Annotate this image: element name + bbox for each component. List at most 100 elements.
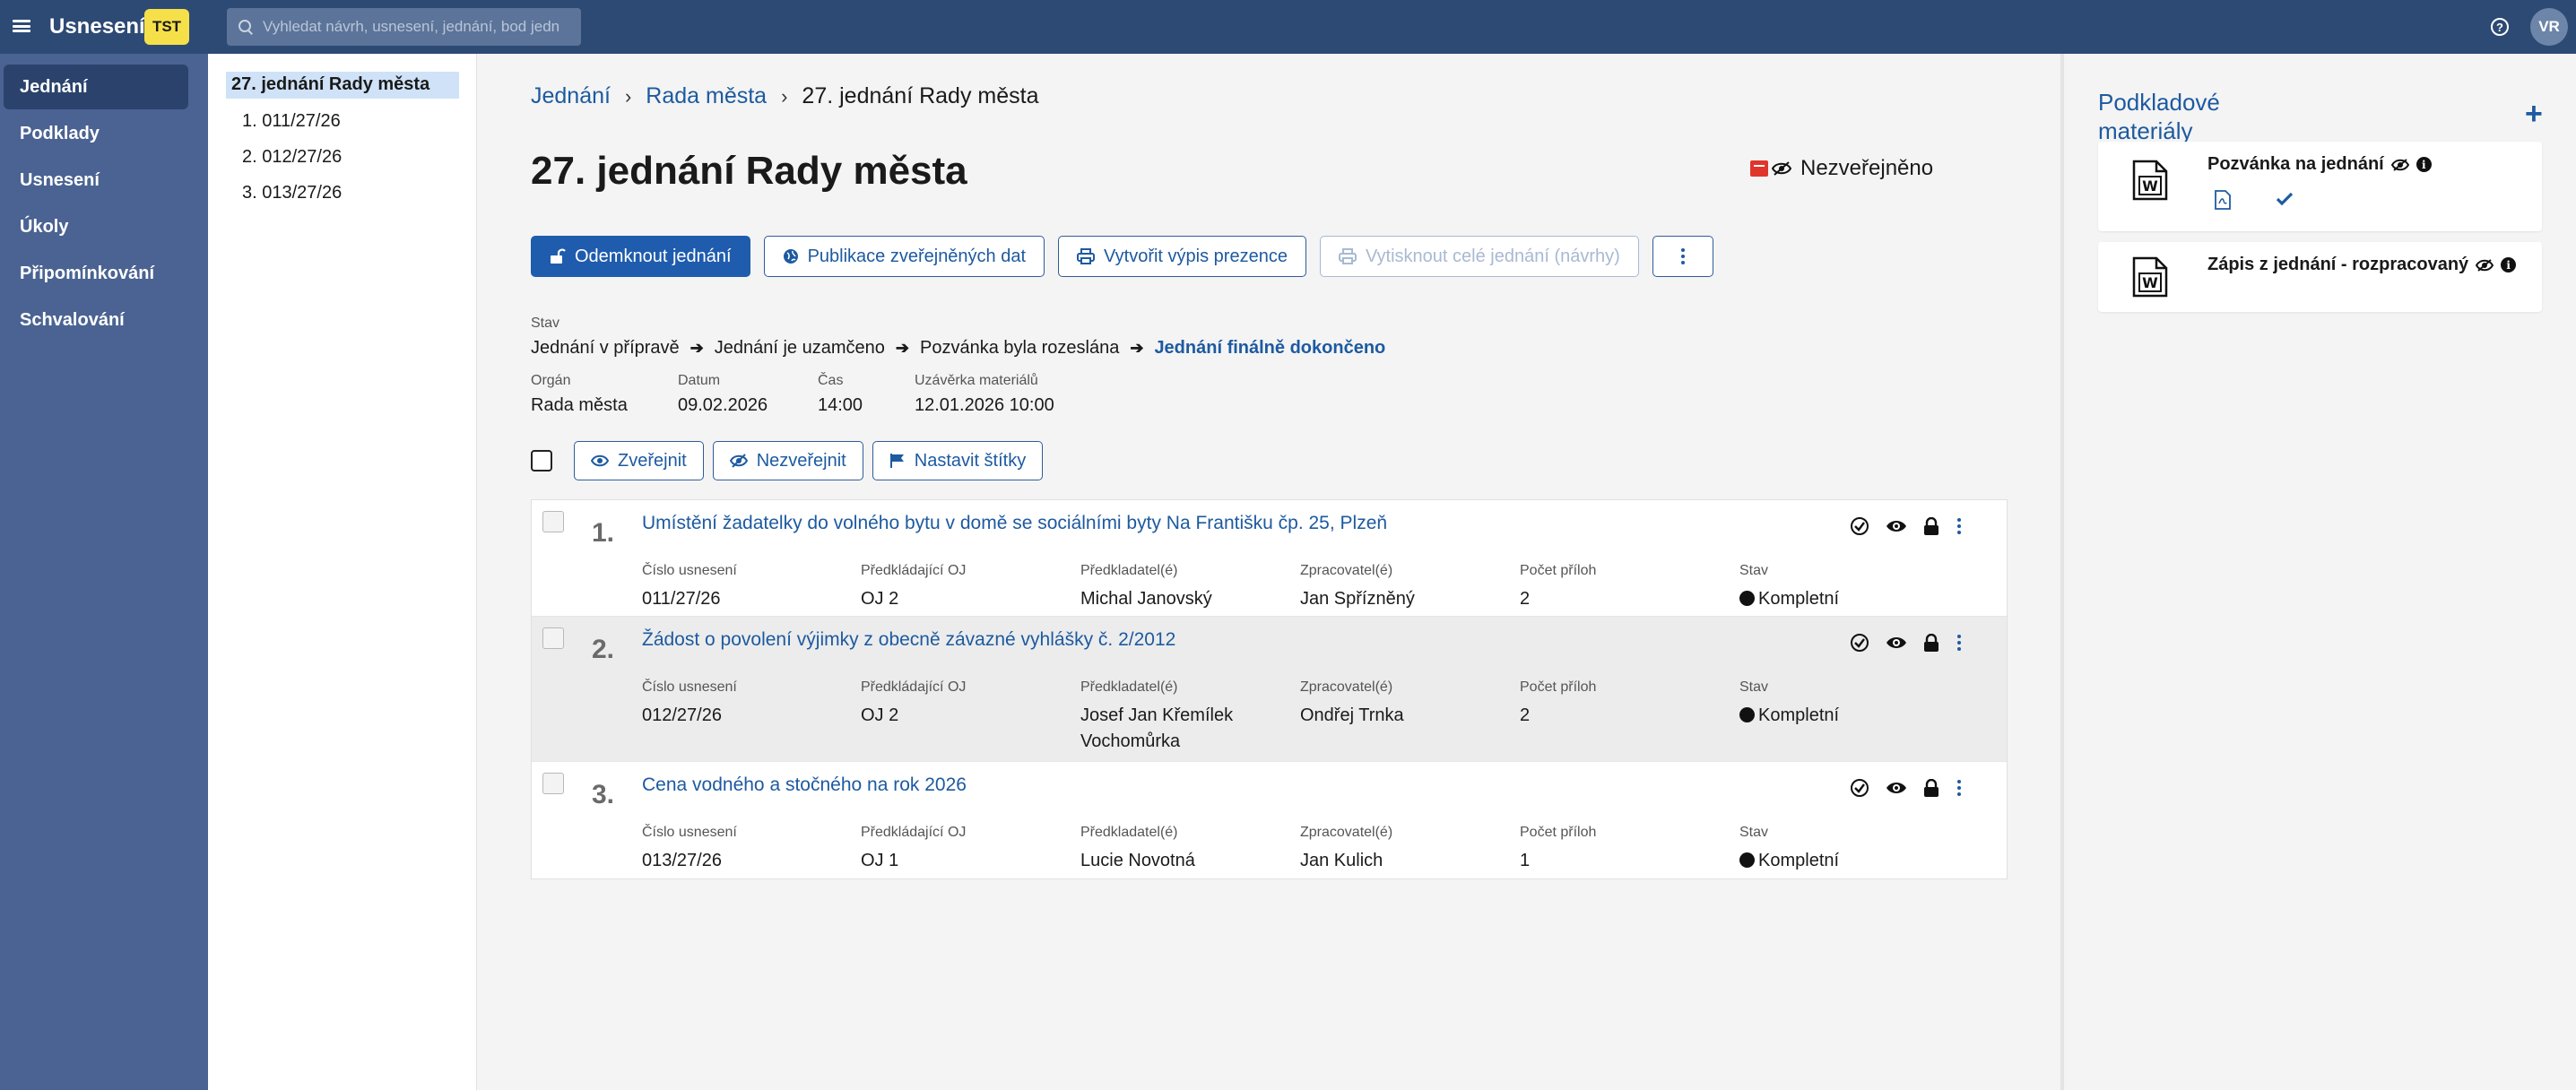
col-number-label: Číslo usnesení — [642, 825, 737, 840]
resolution-number: 011/27/26 — [642, 589, 721, 609]
sidebar-item-ukoly[interactable]: Úkoly — [4, 204, 188, 249]
attachments-count: 2 — [1520, 705, 1531, 725]
item-title-link[interactable]: Umístění žadatelky do volného bytu v dom… — [642, 513, 1387, 534]
attachments-count: 2 — [1520, 589, 1531, 609]
time-label: Čas — [818, 373, 844, 388]
sidebar-item-podklady[interactable]: Podklady — [4, 111, 188, 156]
state-dot-icon — [1739, 707, 1755, 722]
presenter: Josef Jan Křemílek Vochomůrka — [1080, 703, 1233, 755]
word-document-icon: W — [2132, 160, 2168, 201]
more-actions-button[interactable] — [1652, 236, 1713, 277]
presenter: Michal Janovský — [1080, 586, 1212, 612]
tree-item[interactable]: 3. 013/27/26 — [242, 183, 342, 203]
lock-icon[interactable] — [1923, 779, 1939, 797]
materials-panel: Podkladové materiály + W Pozvánka na jed… — [2060, 54, 2576, 1090]
sidebar-item-pripominkovani[interactable]: Připomínkování — [4, 251, 188, 296]
kebab-icon[interactable] — [1957, 780, 1961, 796]
add-material-icon[interactable]: + — [2525, 97, 2543, 132]
help-icon[interactable]: ? — [2491, 18, 2509, 36]
attachments-count: 1 — [1520, 851, 1531, 870]
material-card[interactable]: W Zápis z jednání - rozpracovaný i — [2098, 242, 2542, 312]
check-icon[interactable] — [2276, 192, 2294, 206]
user-avatar[interactable]: VR — [2530, 8, 2568, 46]
chevron-right-icon: › — [781, 84, 788, 108]
unlock-meeting-label: Odemknout jednání — [575, 246, 732, 266]
search-box[interactable] — [227, 8, 581, 46]
publish-button[interactable]: Zveřejnit — [574, 441, 704, 480]
presenting-dept: OJ 2 — [861, 589, 899, 609]
arrow-right-icon: ➔ — [1130, 339, 1144, 357]
presenting-dept: OJ 2 — [861, 705, 899, 725]
item-checkbox[interactable] — [542, 627, 564, 649]
app-title[interactable]: Usnesení — [49, 14, 145, 39]
item-actions — [1850, 778, 1961, 798]
eye-icon[interactable] — [1886, 519, 1907, 533]
kebab-icon — [1680, 248, 1685, 264]
material-name-label[interactable]: Pozvánka na jednání — [2207, 154, 2384, 175]
item-state: Kompletní — [1739, 586, 1839, 612]
status-step: Jednání je uzamčeno — [714, 338, 885, 358]
lock-icon[interactable] — [1923, 634, 1939, 652]
sidebar-item-jednani[interactable]: Jednání — [4, 65, 188, 109]
presenter-name: Michal Janovský — [1080, 589, 1212, 609]
tree-item[interactable]: 1. 011/27/26 — [242, 111, 341, 132]
item-title-link[interactable]: Žádost o povolení výjimky z obecně závaz… — [642, 629, 1175, 651]
presenter: Lucie Novotná — [1080, 848, 1195, 874]
lock-icon[interactable] — [1923, 517, 1939, 535]
pdf-file-icon[interactable] — [2215, 190, 2231, 210]
processor: Jan Kulich — [1300, 851, 1383, 870]
attendance-button[interactable]: Vytvořit výpis prezence — [1058, 236, 1306, 277]
svg-text:W: W — [2142, 177, 2158, 195]
breadcrumb-rada-mesta[interactable]: Rada města — [646, 83, 767, 109]
tree-root[interactable]: 27. jednání Rady města — [226, 72, 459, 99]
eye-icon[interactable] — [1886, 781, 1907, 795]
breadcrumb-jednani[interactable]: Jednání — [531, 83, 611, 109]
status-step: Pozvánka byla rozeslána — [919, 338, 1120, 358]
check-circle-icon[interactable] — [1850, 633, 1869, 653]
item-state: Kompletní — [1739, 703, 1839, 729]
sidebar-item-schvalovani[interactable]: Schvalování — [4, 298, 188, 342]
item-title-link[interactable]: Cena vodného a stočného na rok 2026 — [642, 774, 967, 796]
date-label: Datum — [678, 373, 721, 388]
item-checkbox[interactable] — [542, 511, 564, 532]
item-state-label: Kompletní — [1758, 705, 1840, 725]
resolution-number: 012/27/26 — [642, 705, 722, 725]
col-processor-label: Zpracovatel(é) — [1300, 679, 1393, 695]
material-name: Zápis z jednání - rozpracovaný i — [2207, 255, 2517, 275]
kebab-icon[interactable] — [1957, 635, 1961, 651]
info-icon[interactable]: i — [2501, 257, 2517, 272]
col-state-label: Stav — [1739, 825, 1769, 840]
set-tags-button[interactable]: Nastavit štítky — [872, 441, 1044, 480]
search-input[interactable] — [263, 18, 559, 36]
print-all-button[interactable]: Vytisknout celé jednání (návrhy) — [1319, 236, 1639, 277]
unpublish-button[interactable]: Nezveřejnit — [712, 441, 863, 480]
item-actions — [1850, 633, 1961, 653]
word-document-icon: W — [2132, 256, 2168, 298]
check-circle-icon[interactable] — [1850, 778, 1869, 798]
arrow-right-icon: ➔ — [895, 339, 909, 357]
item-checkbox[interactable] — [542, 773, 564, 794]
unpublish-label: Nezveřejnit — [756, 450, 846, 471]
item-number: 3. — [592, 780, 615, 809]
info-icon[interactable]: i — [2416, 157, 2432, 172]
unlock-meeting-button[interactable]: Odemknout jednání — [531, 236, 750, 277]
eye-icon[interactable] — [1886, 636, 1907, 650]
publish-data-button[interactable]: Publikace zveřejněných dat — [763, 236, 1045, 277]
meeting-toolbar: Odemknout jednání Publikace zveřejněných… — [531, 236, 1713, 277]
bulk-actions: Zveřejnit Nezveřejnit Nastavit štítky — [531, 441, 1044, 480]
select-all-checkbox[interactable] — [531, 450, 552, 471]
processor: Ondřej Trnka — [1300, 705, 1404, 725]
sidebar-item-usneseni[interactable]: Usnesení — [4, 158, 188, 203]
printer-icon — [1338, 248, 1357, 264]
item-number: 2. — [592, 635, 615, 664]
menu-icon[interactable] — [13, 17, 30, 35]
material-name-label[interactable]: Zápis z jednání - rozpracovaný — [2207, 255, 2468, 275]
presenter-name-line2: Vochomůrka — [1080, 731, 1181, 751]
organ-label: Orgán — [531, 373, 571, 388]
organ-value: Rada města — [531, 395, 628, 415]
material-card[interactable]: W Pozvánka na jednání i — [2098, 142, 2542, 231]
kebab-icon[interactable] — [1957, 518, 1961, 534]
check-circle-icon[interactable] — [1850, 516, 1869, 536]
main-content: Jednání › Rada města › 27. jednání Rady … — [477, 54, 2060, 1090]
tree-item[interactable]: 2. 012/27/26 — [242, 147, 342, 168]
